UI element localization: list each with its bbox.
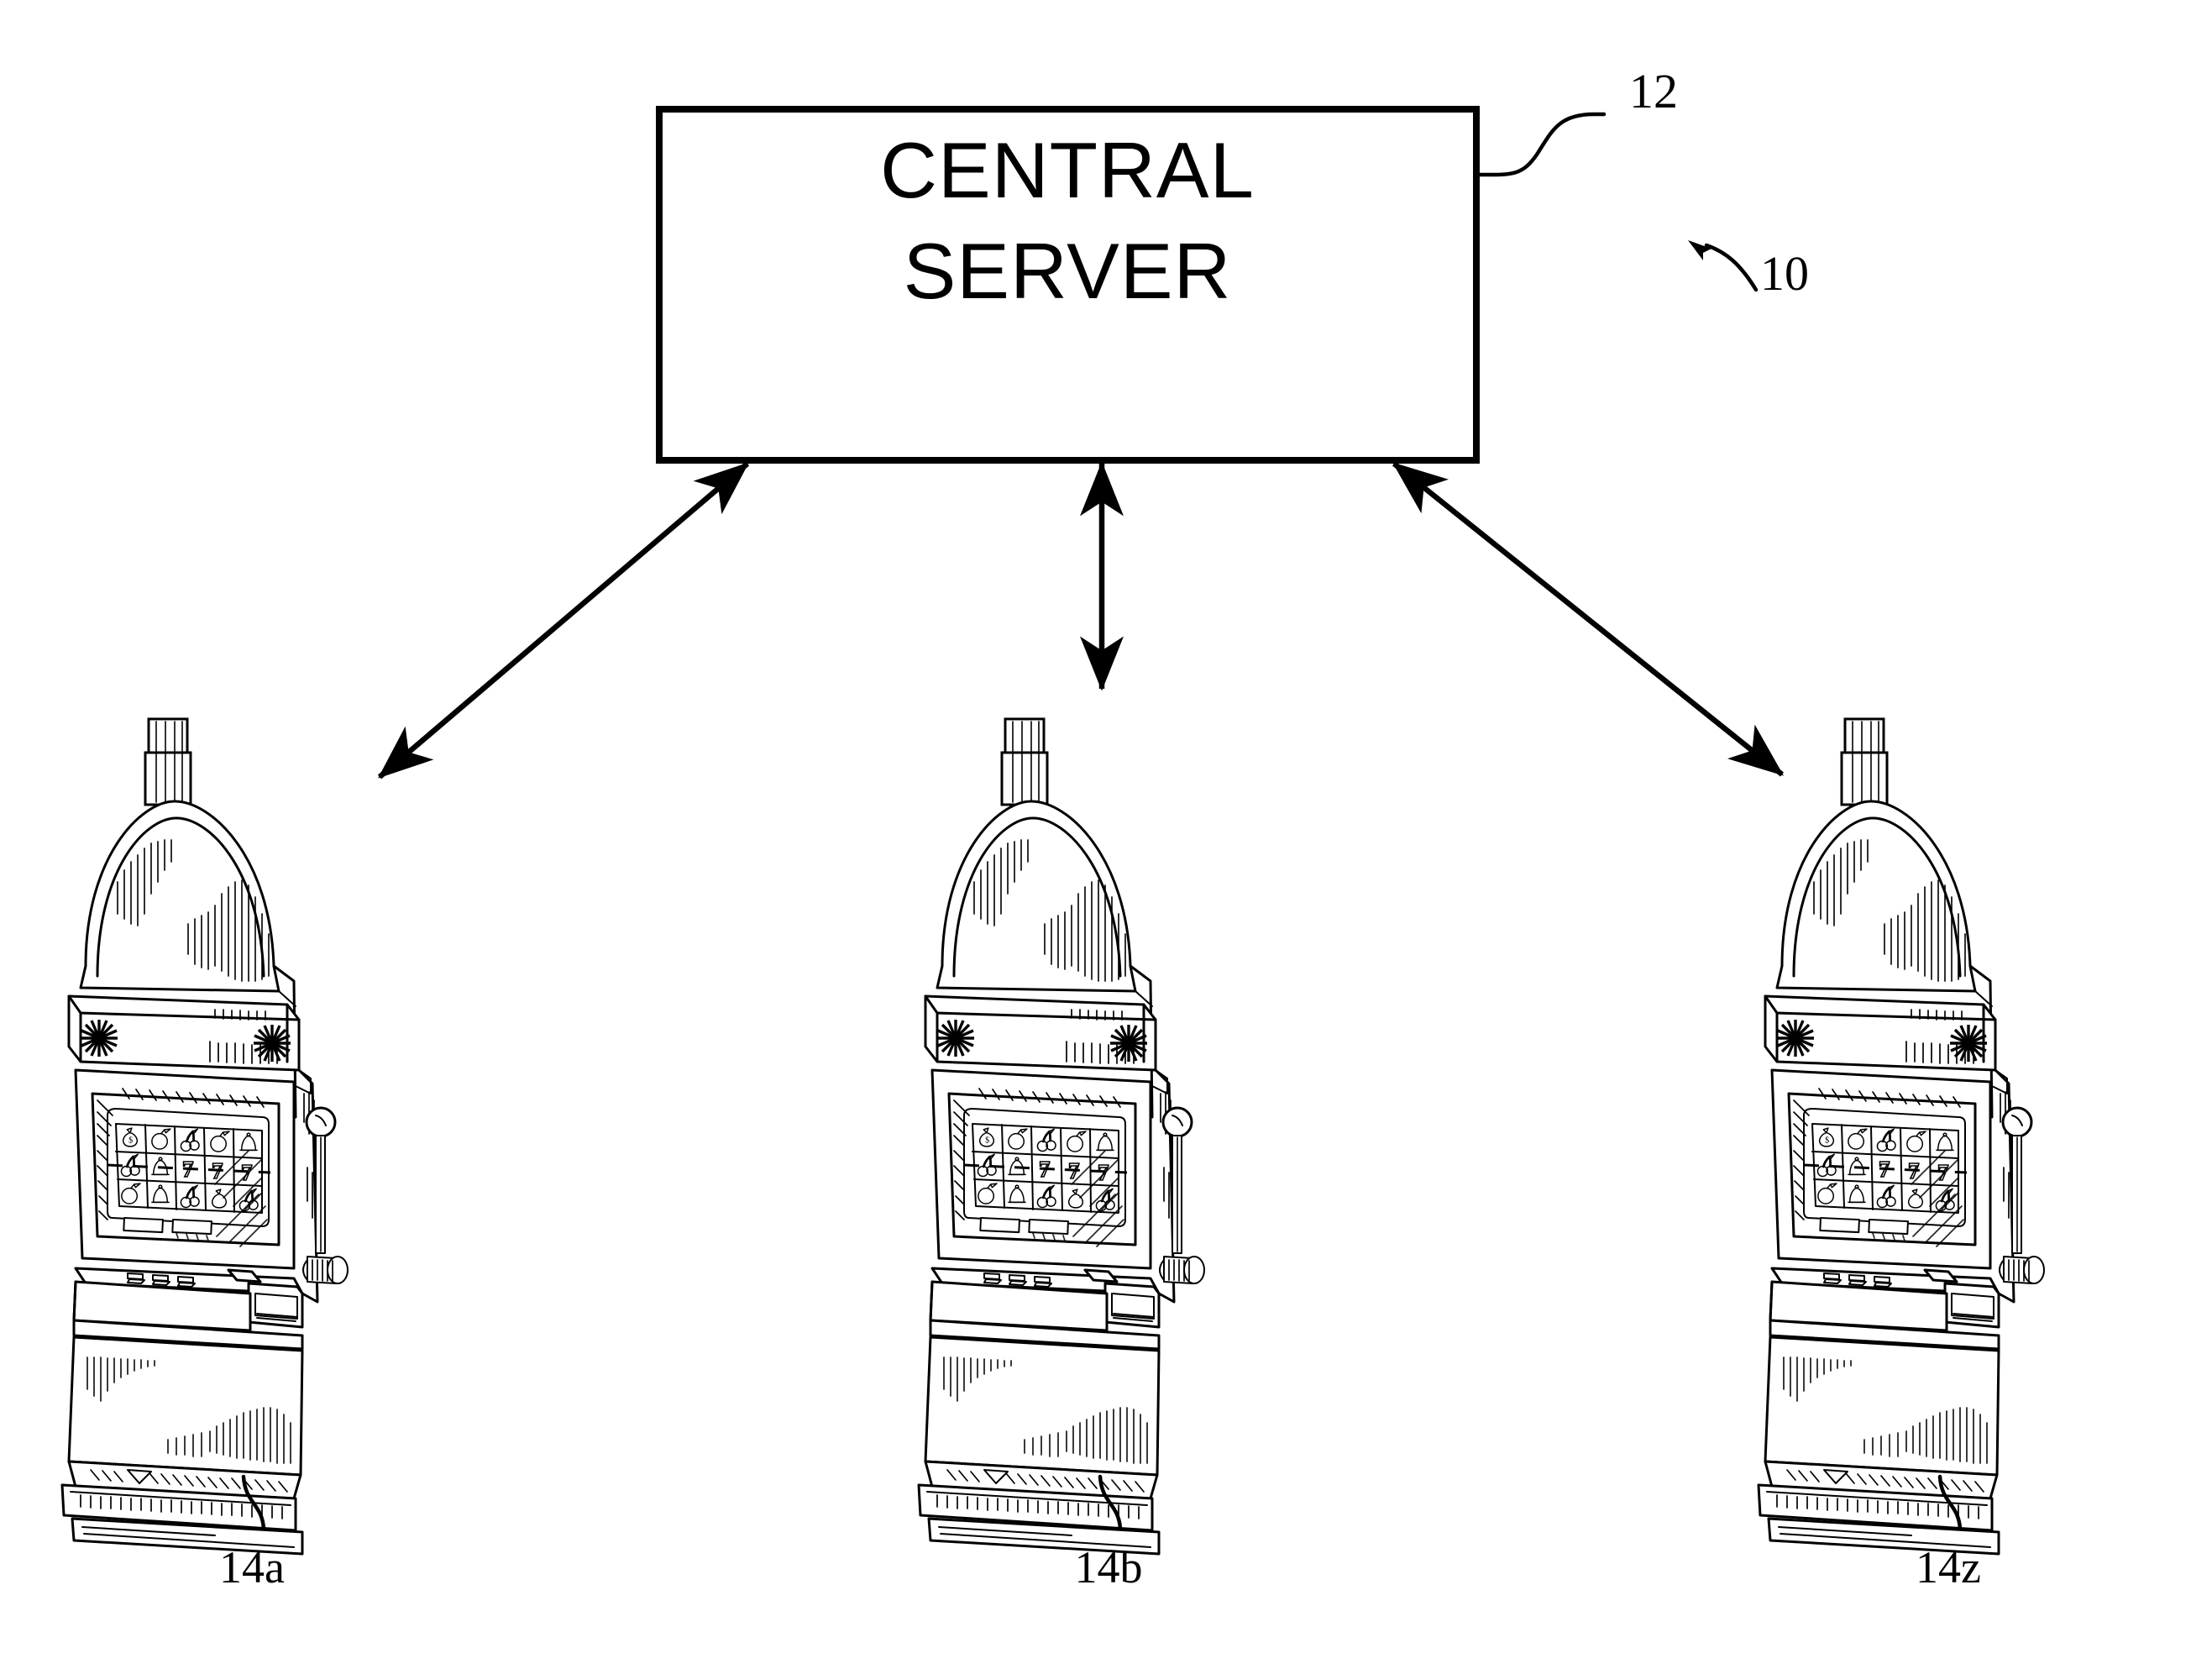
- reference-numeral-10: 10: [1760, 246, 1809, 301]
- reference-numeral-14b: 14b: [1075, 1542, 1143, 1593]
- connection-arrows: [377, 461, 1785, 779]
- figure-canvas: $ 7 7 7 CENTRAL SERVER 12 10 14a 14b 14z: [60, 64, 2046, 1593]
- server-title-line-1: CENTRAL: [880, 126, 1255, 214]
- patent-figure: $ 7 7 7 CENTRAL SERVER 12 10 14a 14b 14z: [0, 0, 2212, 1674]
- reference-numeral-12: 12: [1629, 64, 1678, 118]
- reference-numeral-14a: 14a: [219, 1542, 285, 1593]
- connection-arrow-machine-a: [377, 461, 750, 779]
- connection-arrow-machine-z: [1392, 461, 1785, 777]
- reference-10-arrowhead: [1688, 240, 1711, 260]
- slot-machine-a: 14a: [60, 717, 349, 1593]
- slot-machine-z: 14z: [1757, 717, 2046, 1593]
- reference-numeral-14z: 14z: [1916, 1542, 1981, 1593]
- reference-12-callout: 12: [1474, 64, 1678, 177]
- slot-machine-b: 14b: [917, 717, 1206, 1593]
- central-server-box: CENTRAL SERVER: [656, 106, 1480, 464]
- reference-10-callout: 10: [1688, 240, 1809, 301]
- server-title-line-2: SERVER: [904, 227, 1232, 315]
